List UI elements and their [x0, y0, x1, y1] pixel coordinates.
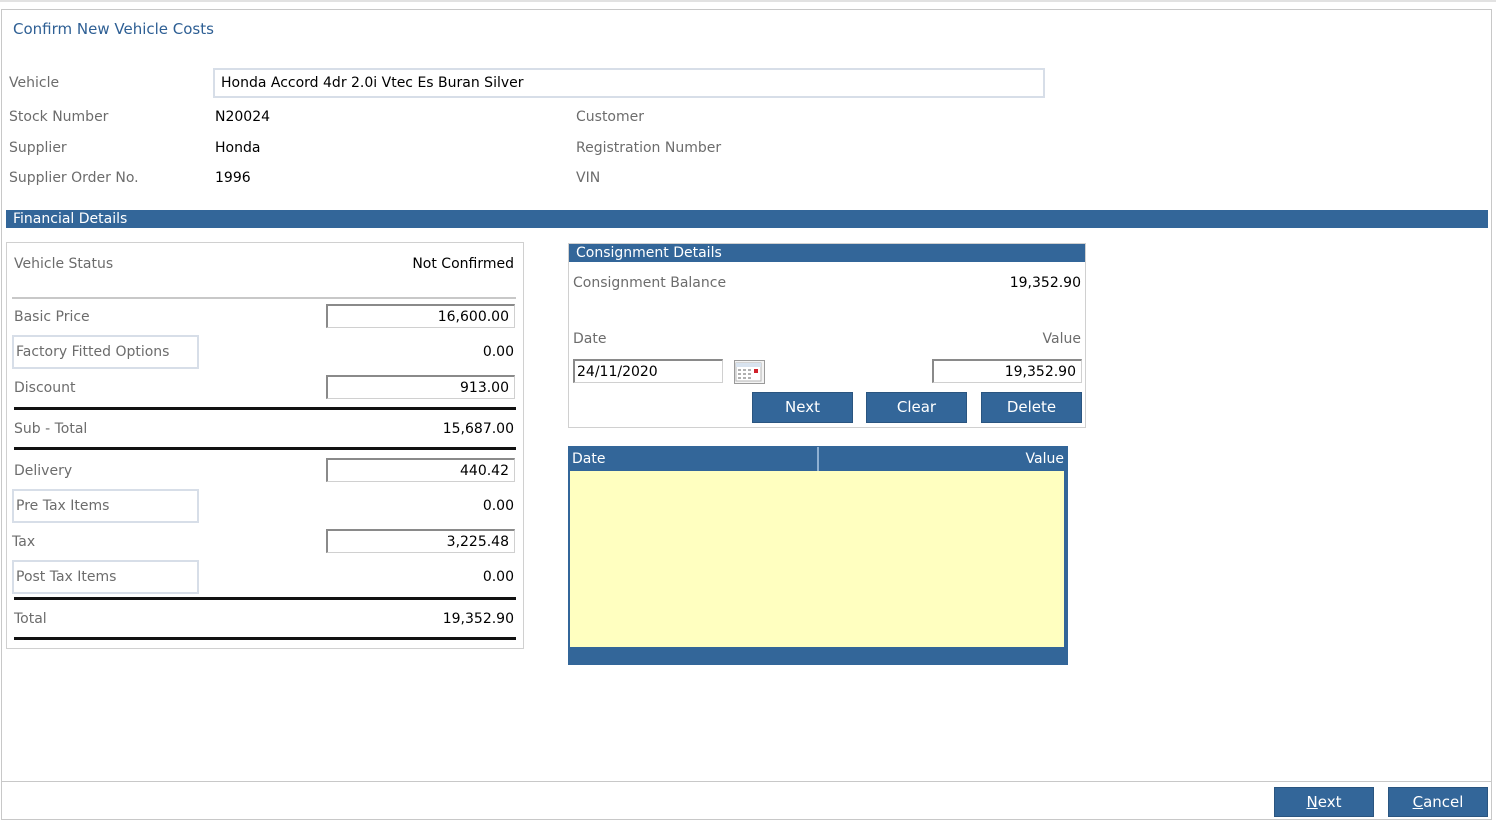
- supplier-value: Honda: [215, 140, 261, 156]
- grid-header: Date Value: [569, 447, 1067, 471]
- delivery-input[interactable]: [326, 458, 515, 482]
- page-title: Confirm New Vehicle Costs: [13, 20, 214, 38]
- factory-fitted-options-button[interactable]: Factory Fitted Options: [12, 335, 199, 369]
- supplier-order-label: Supplier Order No.: [9, 170, 139, 186]
- next-accelerator: N: [1306, 793, 1318, 811]
- total-top-rule: [14, 597, 516, 600]
- consignment-clear-button[interactable]: Clear: [866, 392, 967, 423]
- consignment-balance-value: 19,352.90: [1009, 275, 1081, 291]
- status-divider: [12, 297, 516, 299]
- basic-price-label: Basic Price: [14, 309, 90, 325]
- subtotal-label: Sub - Total: [14, 421, 88, 437]
- consignment-delete-button[interactable]: Delete: [981, 392, 1082, 423]
- grid-body[interactable]: [570, 471, 1064, 647]
- tax-label: Tax: [12, 534, 36, 550]
- vin-label: VIN: [576, 170, 601, 186]
- consignment-value-label: Value: [1042, 331, 1081, 347]
- consignment-details-header: Consignment Details: [569, 244, 1085, 262]
- delivery-label: Delivery: [14, 463, 73, 479]
- financial-panel: Vehicle Status Not Confirmed Basic Price…: [6, 242, 524, 649]
- basic-price-input[interactable]: [326, 304, 515, 328]
- post-tax-items-button[interactable]: Post Tax Items: [12, 560, 199, 594]
- vehicle-status-label: Vehicle Status: [14, 256, 114, 272]
- consignment-date-input[interactable]: [573, 359, 723, 383]
- consignment-value-input[interactable]: [932, 359, 1082, 383]
- supplier-label: Supplier: [9, 140, 67, 156]
- consignment-date-label: Date: [573, 331, 607, 347]
- total-label: Total: [14, 611, 47, 627]
- cancel-accelerator: C: [1412, 793, 1424, 811]
- next-label-rest: ext: [1317, 793, 1342, 811]
- footer-divider: [2, 781, 1491, 782]
- consignment-balance-label: Consignment Balance: [573, 275, 727, 291]
- discount-input[interactable]: [326, 375, 515, 399]
- footer-next-button[interactable]: Next: [1274, 787, 1374, 817]
- grid-header-value[interactable]: Value: [1026, 447, 1064, 471]
- tax-input[interactable]: [326, 529, 515, 553]
- vehicle-field[interactable]: [213, 68, 1045, 98]
- total-bottom-rule: [14, 637, 516, 640]
- pre-tax-items-value: 0.00: [482, 498, 514, 514]
- discount-label: Discount: [14, 380, 76, 396]
- total-value: 19,352.90: [442, 611, 514, 627]
- top-border: [0, 0, 1496, 2]
- vehicle-status-value: Not Confirmed: [412, 256, 514, 272]
- stock-number-label: Stock Number: [9, 109, 109, 125]
- vehicle-label: Vehicle: [9, 75, 60, 91]
- grid-column-divider[interactable]: [817, 447, 819, 471]
- subtotal-top-rule: [14, 407, 516, 410]
- registration-number-label: Registration Number: [576, 140, 722, 156]
- calendar-icon[interactable]: [734, 360, 765, 384]
- consignment-next-button[interactable]: Next: [752, 392, 853, 423]
- financial-details-header: Financial Details: [6, 210, 1488, 228]
- consignment-grid: Date Value: [568, 446, 1068, 665]
- subtotal-bottom-rule: [14, 447, 516, 450]
- pre-tax-items-button[interactable]: Pre Tax Items: [12, 489, 199, 523]
- grid-header-date[interactable]: Date: [572, 447, 605, 471]
- subtotal-value: 15,687.00: [442, 421, 514, 437]
- factory-fitted-options-value: 0.00: [482, 344, 514, 360]
- supplier-order-value: 1996: [215, 170, 251, 186]
- post-tax-items-value: 0.00: [482, 569, 514, 585]
- customer-label: Customer: [576, 109, 645, 125]
- footer-cancel-button[interactable]: Cancel: [1388, 787, 1488, 817]
- cancel-label-rest: ancel: [1423, 793, 1464, 811]
- stock-number-value: N20024: [215, 109, 271, 125]
